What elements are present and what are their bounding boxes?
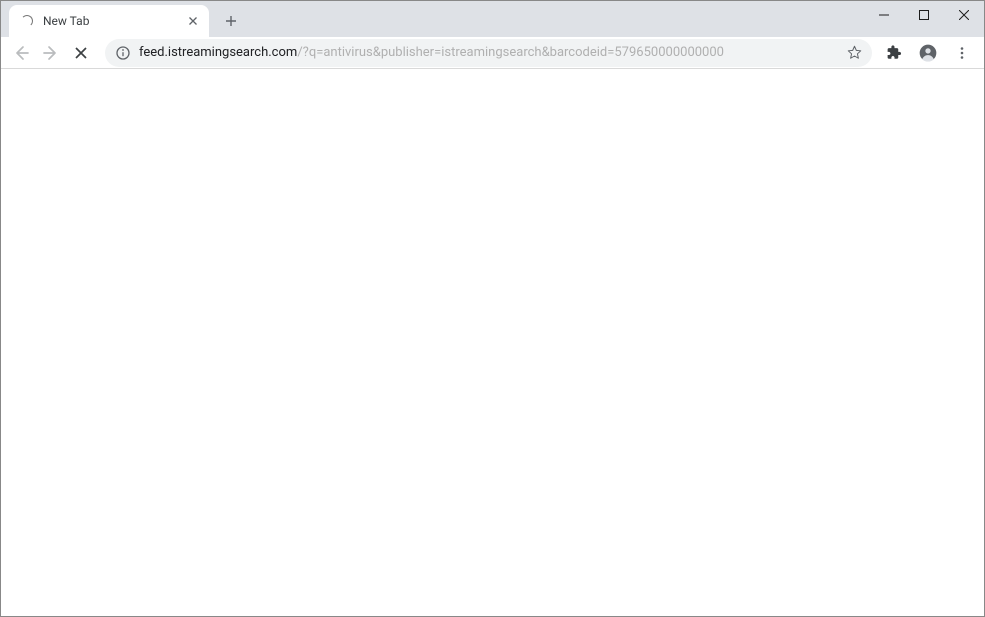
account-icon — [918, 43, 938, 63]
loading-spinner-icon — [19, 13, 35, 29]
back-button[interactable] — [7, 39, 35, 67]
maximize-icon — [919, 10, 929, 20]
maximize-button[interactable] — [904, 1, 944, 29]
new-tab-button[interactable] — [217, 7, 245, 35]
kebab-menu-icon — [955, 46, 969, 60]
extensions-button[interactable] — [880, 39, 908, 67]
toolbar-actions — [880, 39, 978, 67]
tab-strip: New Tab — [1, 1, 984, 37]
info-icon — [116, 46, 130, 60]
address-bar[interactable]: feed.istreamingsearch.com/?q=antivirus&p… — [105, 39, 872, 67]
close-icon — [959, 10, 969, 20]
close-icon — [189, 17, 197, 25]
browser-tab[interactable]: New Tab — [9, 5, 209, 37]
page-content — [1, 69, 984, 616]
minimize-icon — [879, 10, 889, 20]
toolbar: feed.istreamingsearch.com/?q=antivirus&p… — [1, 37, 984, 69]
stop-reload-button[interactable] — [67, 39, 95, 67]
url-text: feed.istreamingsearch.com/?q=antivirus&p… — [139, 45, 846, 60]
close-icon — [75, 47, 87, 59]
forward-button[interactable] — [37, 39, 65, 67]
site-info-button[interactable] — [115, 45, 131, 61]
minimize-button[interactable] — [864, 1, 904, 29]
close-tab-button[interactable] — [185, 13, 201, 29]
url-domain: feed.istreamingsearch.com — [139, 45, 297, 60]
plus-icon — [225, 15, 237, 27]
puzzle-icon — [887, 45, 902, 60]
url-path: /?q=antivirus&publisher=istreamingsearch… — [297, 45, 724, 60]
window-controls — [864, 1, 984, 37]
tab-title: New Tab — [43, 14, 185, 28]
star-icon — [847, 45, 862, 60]
arrow-left-icon — [13, 45, 29, 61]
menu-button[interactable] — [948, 39, 976, 67]
window-close-button[interactable] — [944, 1, 984, 29]
arrow-right-icon — [43, 45, 59, 61]
bookmark-button[interactable] — [846, 45, 862, 61]
profile-button[interactable] — [914, 39, 942, 67]
